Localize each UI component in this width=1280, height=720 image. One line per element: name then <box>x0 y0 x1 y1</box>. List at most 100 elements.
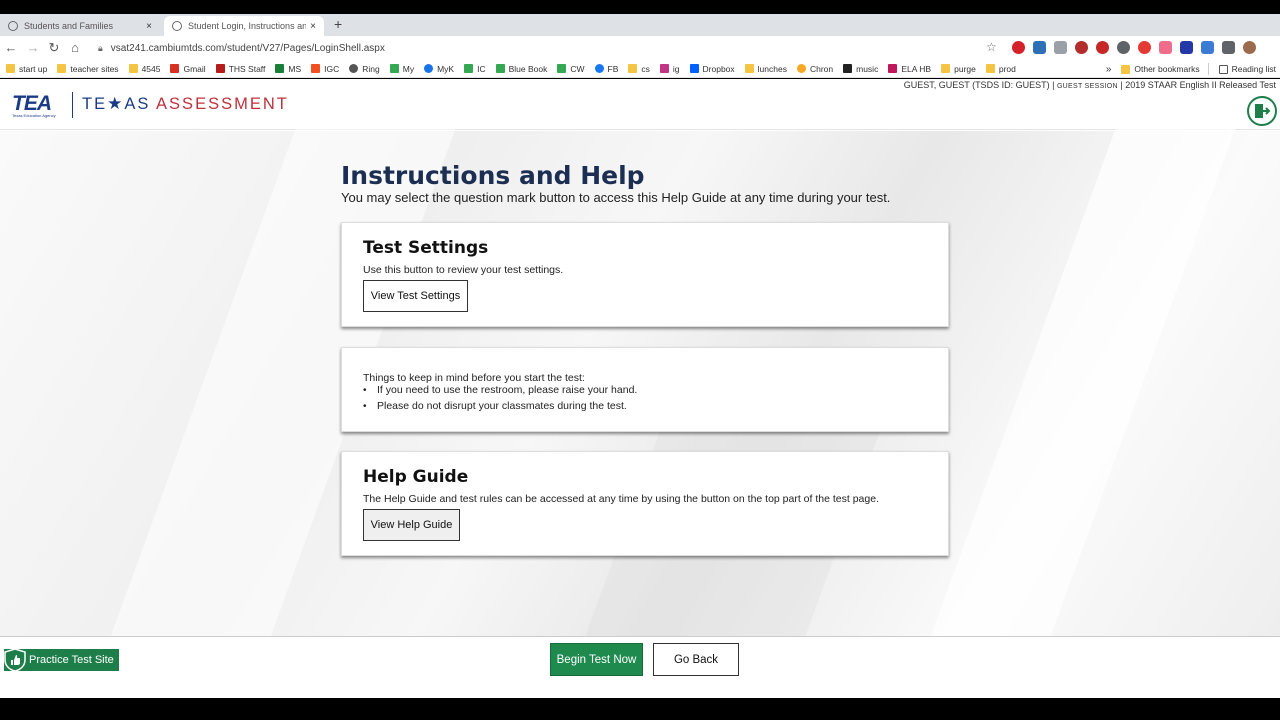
other-bookmarks[interactable]: Other bookmarks <box>1121 64 1200 74</box>
page-footer: Practice Test Site Begin Test Now Go Bac… <box>0 636 1280 698</box>
tab-title: Students and Families <box>24 21 114 31</box>
bookmark-item[interactable]: MyK <box>424 64 454 74</box>
bookmark-item[interactable]: IGC <box>311 64 339 74</box>
logout-button[interactable] <box>1247 96 1277 126</box>
bookmark-item[interactable]: prod <box>985 63 1016 74</box>
bookmark-label: Dropbox <box>702 63 735 74</box>
ms-icon <box>275 64 285 73</box>
profile-avatar-icon[interactable] <box>1243 41 1256 54</box>
pen-extension-icon[interactable] <box>1201 41 1214 54</box>
bookmark-item[interactable]: ELA HB <box>888 64 931 74</box>
bookmark-item[interactable]: ig <box>659 63 680 74</box>
bookmark-label: MS <box>288 63 302 74</box>
bookmark-item[interactable]: 4545 <box>128 63 161 74</box>
card-heading: Test Settings <box>363 238 489 258</box>
browser-tab-student-login[interactable]: Student Login, Instructions and × <box>164 16 324 36</box>
close-tab-icon[interactable]: × <box>142 21 156 32</box>
site-header: TEA Texas Education Agency TE★AS ASSESSM… <box>0 79 1280 130</box>
facebook-icon <box>594 64 604 73</box>
record-extension-icon[interactable] <box>1096 41 1109 54</box>
star-icon: ★ <box>107 94 125 113</box>
folder-icon <box>57 64 67 73</box>
home-icon[interactable]: ⌂ <box>67 40 83 55</box>
bookmark-item[interactable]: Blue Book <box>495 63 548 74</box>
bookmark-label: music <box>856 63 879 74</box>
browser-tab-students-families[interactable]: Students and Families × <box>0 16 160 36</box>
bookmark-label: FB <box>607 63 619 74</box>
more-bookmarks-chevron-icon[interactable]: » <box>1106 64 1112 75</box>
reading-list[interactable]: Reading list <box>1218 64 1276 74</box>
browser-toolbar: ← → ↻ ⌂ 🔒︎ vsat241.cambiumtds.com/studen… <box>0 36 1280 60</box>
bookmark-label: ig <box>672 63 680 74</box>
bookmark-item[interactable]: Gmail <box>170 64 206 74</box>
dropbox-icon <box>689 64 699 73</box>
folder-icon <box>1121 64 1131 74</box>
practice-test-site-badge: Practice Test Site <box>4 648 119 672</box>
bookmark-item[interactable]: lunches <box>744 63 787 74</box>
screencast-extension-icon[interactable] <box>1033 41 1046 54</box>
card-heading: Help Guide <box>363 467 469 487</box>
puzzle-piece-icon[interactable] <box>1222 41 1235 54</box>
list-item: • If you need to use the restroom, please… <box>363 382 637 398</box>
bookmark-item[interactable]: IC <box>464 64 486 74</box>
bookmark-item[interactable]: THS Staff <box>215 64 265 74</box>
bookmark-item[interactable]: music <box>843 64 878 74</box>
globe-icon <box>172 21 182 31</box>
bookmark-label: prod <box>998 63 1016 74</box>
bookmark-label: MyK <box>437 63 455 74</box>
tea-logo: TEA Texas Education Agency <box>12 92 64 120</box>
bookmark-item[interactable]: teacher sites <box>57 64 119 74</box>
texas-assessment-logo: TE★AS ASSESSMENT <box>82 94 289 114</box>
logo-text-part: AS <box>124 95 151 113</box>
folder-icon <box>941 64 951 73</box>
bookmark-item[interactable]: FB <box>594 63 619 74</box>
bookmark-item[interactable]: cs <box>628 64 650 74</box>
globe-icon <box>8 21 18 31</box>
star-icon <box>796 64 806 73</box>
bookmark-star-icon[interactable]: ☆ <box>986 40 997 54</box>
practice-badge-label: Practice Test Site <box>29 654 114 666</box>
bookmark-label: cs <box>641 63 650 74</box>
list-item-text: Please do not disrupt your classmates du… <box>377 400 627 412</box>
c-extension-icon[interactable] <box>1180 41 1193 54</box>
bookmark-label: start up <box>19 63 48 74</box>
tea-logo-text: TEA <box>12 92 52 115</box>
bookmark-item[interactable]: start up <box>6 64 47 74</box>
bookmark-item[interactable]: Dropbox <box>689 63 735 74</box>
bookmarks-bar: start up teacher sites 4545 Gmail THS St… <box>0 60 1280 78</box>
bookmark-item[interactable]: My <box>389 64 414 74</box>
trash-extension-icon[interactable] <box>1054 41 1067 54</box>
forward-arrow-icon[interactable]: → <box>25 40 41 55</box>
screen: Students and Families × Student Login, I… <box>0 0 1280 720</box>
bookmark-label: lunches <box>757 63 787 74</box>
card-text: Use this button to review your test sett… <box>363 264 564 276</box>
close-tab-icon[interactable]: × <box>306 21 320 32</box>
folder-icon <box>744 64 754 73</box>
view-test-settings-button[interactable]: View Test Settings <box>363 280 468 312</box>
bookmark-label: 4545 <box>141 63 161 74</box>
bookmark-item[interactable]: purge <box>941 64 976 74</box>
view-help-guide-button[interactable]: View Help Guide <box>363 509 460 541</box>
logo-divider <box>72 92 73 118</box>
lastpass-extension-icon[interactable] <box>1075 41 1088 54</box>
opera-extension-icon[interactable] <box>1012 41 1025 54</box>
bookmark-label: Blue Book <box>508 63 548 74</box>
list-item-text: If you need to use the restroom, please … <box>377 384 638 396</box>
new-tab-button[interactable]: + <box>334 16 342 32</box>
reload-icon[interactable]: ↻ <box>46 40 62 56</box>
begin-test-now-button[interactable]: Begin Test Now <box>550 643 643 676</box>
drive-icon <box>557 64 567 73</box>
bookmark-label: CW <box>570 63 585 74</box>
bookmark-item[interactable]: MS <box>275 64 301 74</box>
bookmark-item[interactable]: CW <box>557 63 585 74</box>
video-extension-icon[interactable] <box>1159 41 1172 54</box>
back-arrow-icon[interactable]: ← <box>3 40 19 55</box>
ths-icon <box>215 64 225 73</box>
bookmark-item[interactable]: Chron <box>796 64 833 74</box>
bookmark-item[interactable]: Ring <box>349 64 380 74</box>
go-back-button[interactable]: Go Back <box>653 643 739 676</box>
account-extension-icon[interactable] <box>1117 41 1130 54</box>
red-circle-extension-icon[interactable] <box>1138 41 1151 54</box>
url-bar[interactable]: 🔒︎ vsat241.cambiumtds.com/student/V27/Pa… <box>94 39 1004 57</box>
web-page: TEA Texas Education Agency TE★AS ASSESSM… <box>0 79 1280 698</box>
